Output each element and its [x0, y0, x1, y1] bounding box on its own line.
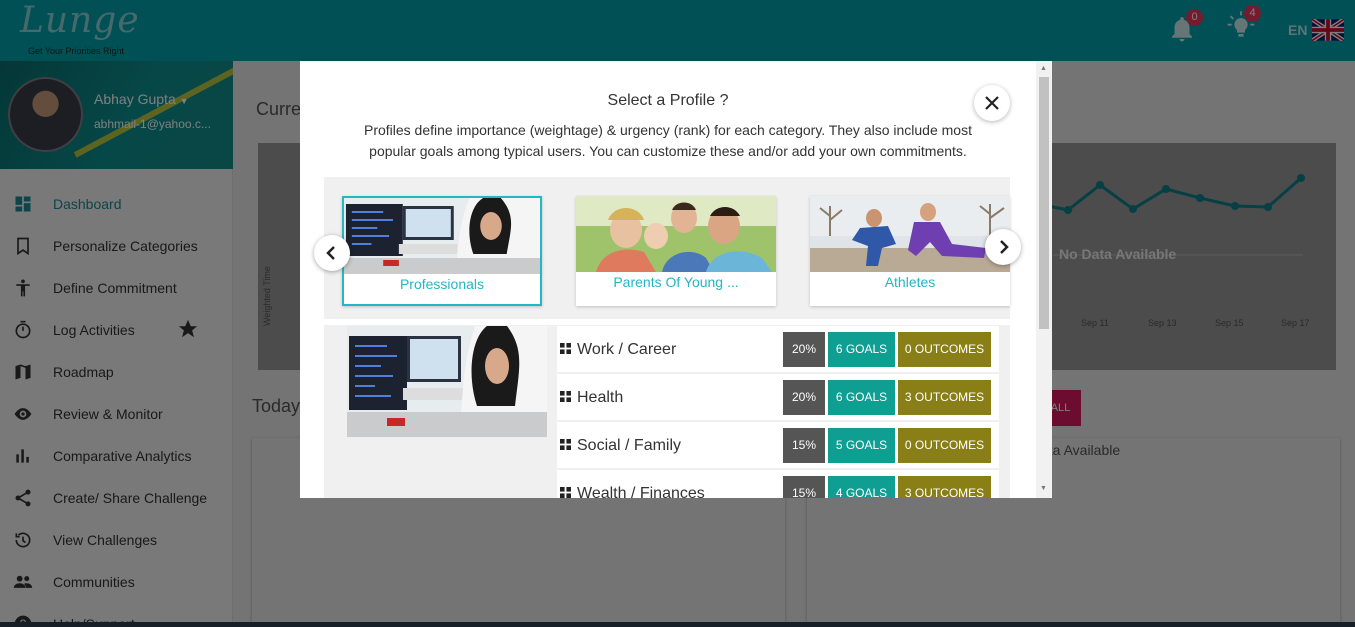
goals-badge[interactable]: 4 GOALS — [828, 476, 895, 498]
modal-title: Select a Profile ? — [607, 92, 729, 109]
chevron-right-icon — [1000, 240, 1009, 254]
category-name: Wealth / Finances — [577, 485, 705, 498]
goals-badge[interactable]: 5 GOALS — [828, 428, 895, 463]
outcomes-badge[interactable]: 0 OUTCOMES — [898, 428, 991, 463]
profile-detail: Work / Career 20% 6 GOALS 0 OUTCOMES Hea… — [324, 325, 1010, 498]
weight-badge: 20% — [783, 380, 825, 415]
carousel-next-button[interactable] — [985, 229, 1021, 265]
widgets-icon — [560, 487, 571, 498]
outcomes-badge[interactable]: 3 OUTCOMES — [898, 476, 991, 498]
widgets-icon — [560, 343, 571, 354]
category-row[interactable]: Social / Family 15% 5 GOALS 0 OUTCOMES — [557, 422, 999, 468]
category-row[interactable]: Wealth / Finances 15% 4 GOALS 3 OUTCOMES — [557, 470, 999, 498]
professionals-image — [344, 198, 540, 274]
modal-description: Profiles define importance (weightage) &… — [363, 122, 972, 159]
selected-profile-image — [347, 326, 547, 437]
outcomes-badge[interactable]: 0 OUTCOMES — [898, 332, 991, 367]
scroll-up-arrow-icon[interactable]: ▲ — [1040, 65, 1047, 72]
profile-card-professionals[interactable]: Professionals — [342, 196, 542, 306]
select-profile-modal: Select a Profile ? Profiles define impor… — [300, 61, 1052, 498]
goals-badge[interactable]: 6 GOALS — [828, 380, 895, 415]
weight-badge: 20% — [783, 332, 825, 367]
chevron-left-icon — [326, 246, 335, 260]
close-icon — [985, 96, 999, 110]
profile-card-label: Parents Of Young ... — [613, 274, 739, 290]
weight-badge: 15% — [783, 476, 825, 498]
scroll-thumb[interactable] — [1039, 77, 1049, 329]
profile-card-label: Professionals — [399, 276, 485, 292]
profile-card-parents[interactable]: Parents Of Young ... — [576, 196, 776, 306]
category-name: Work / Career — [577, 341, 677, 358]
close-button[interactable] — [974, 85, 1010, 121]
modal-scrollbar[interactable]: ▲ ▼ — [1036, 61, 1052, 498]
profile-card-athletes[interactable]: Athletes — [810, 196, 1010, 306]
carousel-prev-button[interactable] — [314, 235, 350, 271]
category-name: Social / Family — [577, 437, 682, 454]
goals-badge[interactable]: 6 GOALS — [828, 332, 895, 367]
category-name: Health — [577, 389, 624, 406]
outcomes-badge[interactable]: 3 OUTCOMES — [898, 380, 991, 415]
category-row[interactable]: Health 20% 6 GOALS 3 OUTCOMES — [557, 374, 999, 420]
profile-carousel: Professionals Parents Of Young ... Athle… — [324, 177, 1010, 319]
scroll-down-arrow-icon[interactable]: ▼ — [1040, 485, 1047, 492]
category-list: Work / Career 20% 6 GOALS 0 OUTCOMES Hea… — [557, 326, 999, 498]
parents-image — [576, 196, 776, 272]
weight-badge: 15% — [783, 428, 825, 463]
athletes-image — [810, 196, 1010, 272]
category-row[interactable]: Work / Career 20% 6 GOALS 0 OUTCOMES — [557, 326, 999, 372]
widgets-icon — [560, 391, 571, 402]
profile-card-label: Athletes — [884, 274, 936, 290]
widgets-icon — [560, 439, 571, 450]
